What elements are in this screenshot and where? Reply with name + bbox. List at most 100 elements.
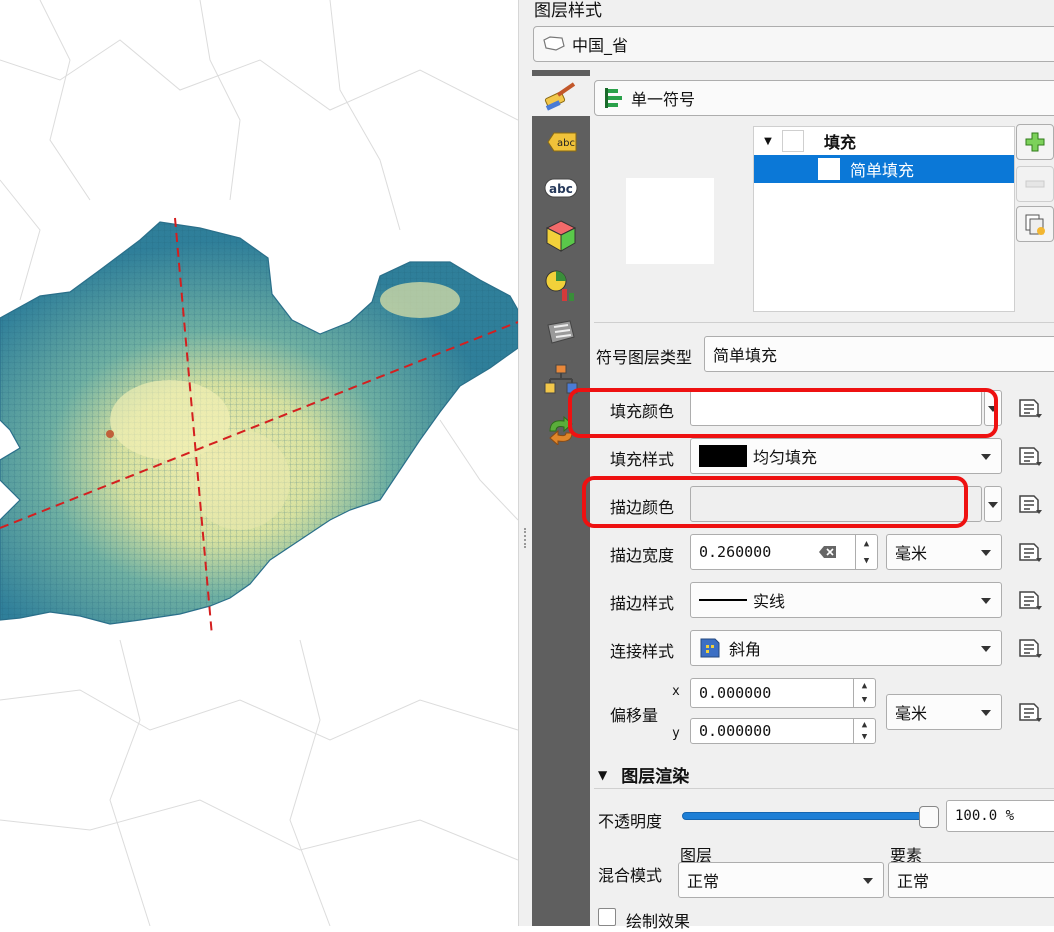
add-symbol-layer-icon <box>1025 132 1045 152</box>
tree-item-simple-fill[interactable]: 简单填充 <box>754 155 1014 183</box>
fill-swatch <box>782 130 804 152</box>
blend-feature-select[interactable]: 正常 <box>888 862 1054 898</box>
diagram-icon <box>545 270 574 301</box>
data-defined-override-icon <box>1019 591 1042 610</box>
fill-color-dropdown[interactable] <box>984 390 1002 426</box>
single-symbol-icon <box>605 88 622 108</box>
clear-text-icon[interactable] <box>819 545 837 559</box>
tab-attributes-form[interactable] <box>539 360 583 400</box>
tab-diagrams[interactable] <box>539 266 583 306</box>
stroke-style-override-button[interactable] <box>1014 585 1046 615</box>
data-defined-override-icon <box>1019 399 1042 418</box>
stroke-color-override-button[interactable] <box>1014 489 1046 519</box>
join-style-override-button[interactable] <box>1014 633 1046 663</box>
symbol-preview <box>626 178 714 264</box>
remove-symbol-layer-button[interactable] <box>1016 166 1054 202</box>
opacity-slider-thumb[interactable] <box>919 806 939 828</box>
label-abc-icon: abc <box>547 132 577 152</box>
stroke-width-unit-select[interactable]: 毫米 <box>886 534 1002 570</box>
stroke-color-dropdown[interactable] <box>984 486 1002 522</box>
layer-rendering-title: 图层渲染 <box>621 767 690 787</box>
fill-style-label: 填充样式 <box>610 450 675 469</box>
stroke-color-label: 描边颜色 <box>610 498 675 517</box>
opacity-slider-track[interactable] <box>682 812 932 820</box>
divider <box>594 322 1054 323</box>
fill-color-button[interactable] <box>690 390 982 426</box>
solid-line-icon <box>699 599 747 601</box>
tab-fields[interactable] <box>539 312 583 352</box>
tab-3d-view[interactable] <box>539 216 583 256</box>
opacity-input[interactable]: 100.0 % <box>946 800 1054 832</box>
fields-icon <box>547 320 575 344</box>
svg-text:abc: abc <box>557 138 575 149</box>
stroke-style-label: 描边样式 <box>610 594 675 613</box>
stroke-style-select[interactable]: 实线 <box>690 582 1002 618</box>
tree-item-fill[interactable]: ▼ 填充 <box>754 127 1014 155</box>
stroke-color-button[interactable] <box>690 486 982 522</box>
stroke-width-spinner[interactable]: ▲ ▼ <box>855 535 877 569</box>
offset-unit: 毫米 <box>895 704 928 723</box>
paintbrush-icon <box>544 82 576 111</box>
join-style-label: 连接样式 <box>610 642 675 661</box>
tab-labels[interactable]: abc <box>539 122 583 162</box>
data-defined-override-icon <box>1019 447 1042 466</box>
collapse-arrow-icon[interactable]: ▼ <box>598 768 607 782</box>
offset-x-value: 0.000000 <box>699 684 772 702</box>
duplicate-symbol-layer-icon <box>1025 214 1045 235</box>
map-canvas[interactable] <box>0 0 518 926</box>
symbol-layer-type-label: 符号图层类型 <box>596 348 693 367</box>
data-defined-override-icon <box>1019 639 1042 658</box>
stroke-width-unit: 毫米 <box>895 544 928 563</box>
draw-effects-checkbox[interactable] <box>598 908 616 926</box>
symbol-layer-type-select[interactable]: 简单填充 <box>704 336 1054 372</box>
blend-mode-label: 混合模式 <box>598 866 663 885</box>
offset-y-spinner[interactable]: ▲ ▼ <box>853 719 875 743</box>
splitter-grip[interactable] <box>524 528 526 548</box>
simple-fill-swatch <box>818 158 840 180</box>
offset-override-button[interactable] <box>1014 697 1046 727</box>
offset-y-input[interactable]: 0.000000 ▲ ▼ <box>690 718 876 744</box>
offset-unit-select[interactable]: 毫米 <box>886 694 1002 730</box>
panel-splitter[interactable] <box>518 0 532 926</box>
opacity-label: 不透明度 <box>598 812 663 831</box>
tab-actions[interactable] <box>539 410 583 450</box>
add-symbol-layer-button[interactable] <box>1016 124 1054 160</box>
fill-style-swatch <box>699 445 747 467</box>
attributes-form-icon <box>544 364 578 394</box>
fill-color-label: 填充颜色 <box>610 402 675 421</box>
stroke-style-value: 实线 <box>753 592 786 611</box>
stroke-width-value: 0.260000 <box>699 543 772 561</box>
offset-x-spinner[interactable]: ▲ ▼ <box>853 679 875 707</box>
join-style-value: 斜角 <box>729 640 762 659</box>
fill-style-override-button[interactable] <box>1014 441 1046 471</box>
layer-rendering-header[interactable]: ▼ 图层渲染 <box>598 762 689 787</box>
offset-x-input[interactable]: 0.000000 ▲ ▼ <box>690 678 876 708</box>
map-render <box>0 0 518 926</box>
renderer-value: 单一符号 <box>631 90 696 109</box>
collapse-arrow-icon[interactable]: ▼ <box>754 136 782 147</box>
fill-style-select[interactable]: 均匀填充 <box>690 438 1002 474</box>
tab-symbology[interactable] <box>532 76 590 116</box>
actions-icon <box>549 415 573 445</box>
fill-color-override-button[interactable] <box>1014 393 1046 423</box>
mask-abc-icon: abc <box>544 178 578 198</box>
duplicate-symbol-layer-button[interactable] <box>1016 206 1054 242</box>
blend-layer-select[interactable]: 正常 <box>678 862 884 898</box>
stroke-width-input[interactable]: 0.260000 ▲ ▼ <box>690 534 878 570</box>
stroke-width-label: 描边宽度 <box>610 546 675 565</box>
stroke-width-override-button[interactable] <box>1014 537 1046 567</box>
tree-root-label: 填充 <box>824 133 857 152</box>
bevel-join-icon <box>700 638 720 658</box>
offset-label: 偏移量 <box>610 706 659 725</box>
offset-y-value: 0.000000 <box>699 722 772 740</box>
svg-text:abc: abc <box>549 182 573 196</box>
tab-masks[interactable]: abc <box>539 168 583 208</box>
layer-selector[interactable]: 中国_省 <box>533 26 1054 62</box>
join-style-select[interactable]: 斜角 <box>690 630 1002 666</box>
panel-title: 图层样式 <box>534 1 602 21</box>
data-defined-override-icon <box>1019 495 1042 514</box>
blend-feature-value: 正常 <box>897 872 930 891</box>
style-tabs: abc abc <box>532 70 590 926</box>
renderer-selector[interactable]: 单一符号 <box>594 80 1054 116</box>
offset-x-label: x <box>672 684 680 699</box>
